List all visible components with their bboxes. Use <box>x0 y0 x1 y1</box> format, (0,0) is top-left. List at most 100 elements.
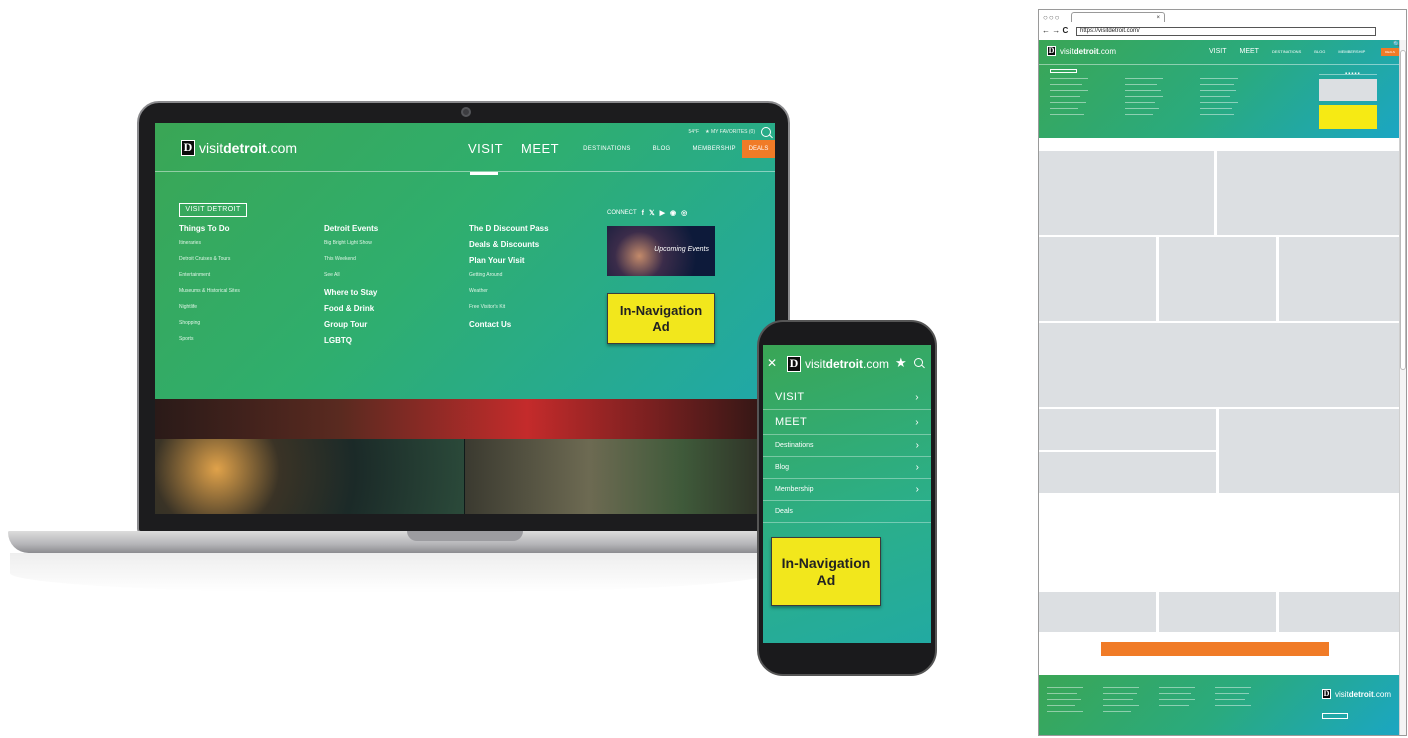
placeholder-line <box>1047 711 1083 712</box>
nav-destinations[interactable]: DESTINATIONS <box>1272 49 1301 54</box>
browser-nav-buttons[interactable]: ← → C <box>1042 26 1068 35</box>
in-navigation-ad[interactable]: In-Navigation Ad <box>607 293 715 344</box>
menu-link[interactable]: Big Bright Light Show <box>324 240 378 246</box>
placeholder-line <box>1200 84 1234 85</box>
placeholder-line <box>1103 699 1133 700</box>
logo-mark-icon: D <box>1047 46 1056 56</box>
nav-visit[interactable]: VISIT <box>468 141 503 156</box>
menu-column-events: Detroit Events Big Bright Light Show Thi… <box>324 224 378 352</box>
wireframe-nav: VISIT MEET DESTINATIONS BLOG MEMBERSHIP <box>1209 48 1365 55</box>
menu-link[interactable]: Detroit Cruises & Tours <box>179 256 240 262</box>
chevron-right-icon: › <box>915 417 919 428</box>
nav-membership[interactable]: MEMBERSHIP <box>693 146 736 152</box>
menu-link[interactable]: Getting Around <box>469 272 549 278</box>
menu-link[interactable]: Shopping <box>179 320 240 326</box>
deals-button[interactable]: DEALS <box>1381 48 1399 56</box>
menu-link[interactable]: Entertainment <box>179 272 240 278</box>
menu-link[interactable]: Nightlife <box>179 304 240 310</box>
mega-menu-panel: D visit detroit .com 54°F ★ MY FAVORITES (… <box>155 123 775 399</box>
in-navigation-ad-mobile[interactable]: In-Navigation Ad <box>771 537 881 606</box>
menu-heading[interactable]: LGBTQ <box>324 336 378 345</box>
placeholder-line <box>1050 90 1088 91</box>
deals-button[interactable]: DEALS <box>742 140 775 158</box>
search-icon[interactable] <box>761 127 771 137</box>
window-controls[interactable]: ○○○ <box>1043 13 1061 22</box>
site-logo[interactable]: D visit detroit .com <box>787 356 889 372</box>
favorites-link[interactable]: ★ MY FAVORITES (0) <box>705 129 755 135</box>
mobile-menu-item-meet[interactable]: MEET › <box>763 410 931 435</box>
nav-blog[interactable]: BLOG <box>653 146 671 152</box>
content-block <box>1279 237 1399 321</box>
site-logo[interactable]: D visit detroit .com <box>1047 46 1116 56</box>
photo-tile[interactable] <box>465 439 775 514</box>
placeholder-line <box>1125 96 1163 97</box>
menu-link[interactable]: See All <box>324 272 378 278</box>
menu-link[interactable]: Weather <box>469 288 549 294</box>
nav-visit[interactable]: VISIT <box>1209 48 1227 55</box>
placeholder-line <box>1215 699 1245 700</box>
nav-meet[interactable]: MEET <box>1240 48 1259 55</box>
nav-meet[interactable]: MEET <box>521 141 559 156</box>
mobile-menu-item-membership[interactable]: Membership › <box>763 479 931 501</box>
menu-heading[interactable]: Detroit Events <box>324 224 378 233</box>
url-bar[interactable]: https://visitdetroit.com/ <box>1076 27 1376 36</box>
menu-heading[interactable]: Things To Do <box>179 224 240 233</box>
placeholder-line <box>1047 705 1075 706</box>
mobile-menu-item-visit[interactable]: VISIT › <box>763 385 931 410</box>
menu-link[interactable]: Free Visitor's Kit <box>469 304 549 310</box>
laptop-base <box>8 531 778 553</box>
mobile-menu-item-deals[interactable]: Deals <box>763 501 931 523</box>
menu-link[interactable]: Sports <box>179 336 240 342</box>
menu-heading[interactable]: Group Tour <box>324 320 378 329</box>
logo-mark-icon: D <box>1322 689 1331 699</box>
placeholder-line <box>1103 705 1139 706</box>
placeholder-button <box>1050 69 1077 73</box>
menu-heading[interactable]: Plan Your Visit <box>469 256 549 265</box>
content-block <box>1039 452 1216 493</box>
close-icon[interactable]: ✕ <box>767 356 777 370</box>
nav-destinations[interactable]: DESTINATIONS <box>583 146 631 152</box>
site-logo[interactable]: D visit detroit .com <box>181 140 297 156</box>
placeholder-line <box>1215 687 1251 688</box>
menu-column-plan: The D Discount Pass Deals & Discounts Pl… <box>469 224 549 336</box>
photo-tile[interactable] <box>155 439 464 514</box>
menu-heading[interactable]: Contact Us <box>469 320 549 329</box>
browser-wireframe: ○○○ × ← → C https://visitdetroit.com/ D … <box>1038 9 1407 736</box>
facebook-icon[interactable]: f <box>642 210 644 217</box>
footer-logo[interactable]: D visit detroit .com <box>1322 689 1391 699</box>
logo-mark-icon: D <box>787 356 801 372</box>
tab-close-icon[interactable]: × <box>1156 15 1160 21</box>
instagram-icon[interactable]: ◎ <box>681 209 687 217</box>
upcoming-events-image[interactable]: Upcoming Events <box>607 226 715 276</box>
menu-column-things-to-do: Things To Do Itineraries Detroit Cruises… <box>179 224 240 352</box>
menu-link[interactable]: Itineraries <box>179 240 240 246</box>
placeholder-line <box>1125 78 1163 79</box>
visit-detroit-button[interactable]: VISIT DETROIT <box>179 203 247 217</box>
content-block <box>1039 409 1216 450</box>
placeholder-line <box>1047 693 1077 694</box>
chevron-right-icon: › <box>915 462 919 473</box>
menu-link[interactable]: This Weekend <box>324 256 378 262</box>
placeholder-line <box>1215 705 1251 706</box>
nav-membership[interactable]: MEMBERSHIP <box>1338 49 1365 54</box>
menu-heading[interactable]: Food & Drink <box>324 304 378 313</box>
scrollbar-thumb[interactable] <box>1400 50 1406 370</box>
menu-heading[interactable]: The D Discount Pass <box>469 224 549 233</box>
placeholder-line <box>1125 102 1155 103</box>
mobile-menu-item-destinations[interactable]: Destinations › <box>763 435 931 457</box>
search-icon[interactable] <box>914 358 923 367</box>
placeholder-line <box>1159 699 1195 700</box>
menu-heading[interactable]: Where to Stay <box>324 288 378 297</box>
content-block <box>1159 592 1276 632</box>
twitter-icon[interactable]: 𝕏 <box>649 209 655 217</box>
browser-tab[interactable]: × <box>1071 12 1165 22</box>
menu-heading[interactable]: Deals & Discounts <box>469 240 549 249</box>
menu-link[interactable]: Museums & Historical Sites <box>179 288 240 294</box>
nav-blog[interactable]: BLOG <box>1314 49 1325 54</box>
mobile-menu-item-blog[interactable]: Blog › <box>763 457 931 479</box>
placeholder-line <box>1047 699 1081 700</box>
youtube-icon[interactable]: ▶ <box>660 209 665 217</box>
favorites-star-icon[interactable]: ★ <box>895 356 908 369</box>
pinterest-icon[interactable]: ◉ <box>670 209 676 217</box>
laptop-screen: D visit detroit .com 54°F ★ MY FAVORITES (… <box>155 123 775 514</box>
